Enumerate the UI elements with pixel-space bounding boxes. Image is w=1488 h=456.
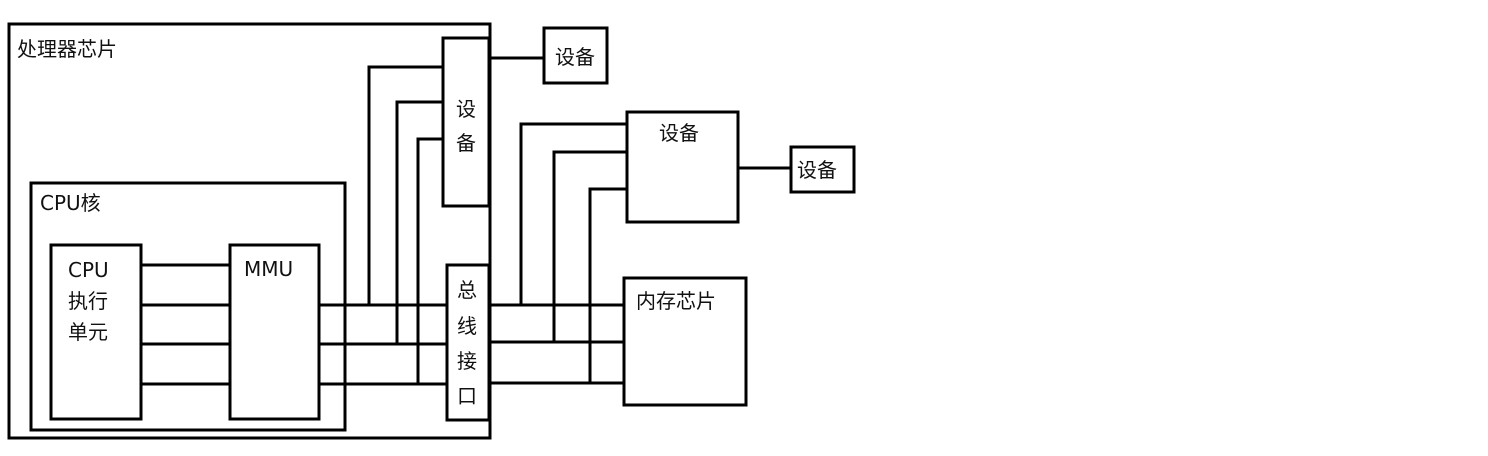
- device-right-label: 设备: [797, 158, 837, 182]
- onchip-device: 设 备: [441, 36, 491, 208]
- device-top-label: 设备: [555, 45, 595, 69]
- cpu-core-label: CPU核: [40, 191, 101, 215]
- onchip-device-line-2: 备: [456, 131, 476, 155]
- onchip-device-line-1: 设: [456, 97, 476, 121]
- cpu-exec-unit: CPU 执行 单元: [49, 243, 143, 421]
- cpu-exec-unit-line-3: 单元: [68, 320, 108, 344]
- architecture-diagram: 处理器芯片 CPU核 CPU 执行 单元 MMU 设 备 总 线 接 口 设备 …: [7, 22, 856, 440]
- device-mid-label: 设备: [659, 121, 699, 145]
- bus-interface-line-3: 接: [457, 349, 477, 373]
- bus-interface-line-2: 线: [457, 314, 477, 338]
- device-mid: 设备: [625, 110, 740, 224]
- device-top: 设备: [542, 26, 609, 85]
- processor-chip-label: 处理器芯片: [17, 37, 117, 61]
- bus-interface-line-4: 口: [457, 384, 477, 408]
- bus-interface-line-1: 总: [457, 278, 477, 302]
- device-right: 设备: [789, 145, 856, 194]
- memory-chip: 内存芯片: [622, 276, 748, 407]
- mmu-label: MMU: [244, 257, 293, 281]
- cpu-exec-unit-line-2: 执行: [68, 289, 108, 313]
- mmu: MMU: [228, 243, 321, 421]
- bus-interface: 总 线 接 口: [445, 263, 491, 422]
- memory-chip-label: 内存芯片: [636, 289, 716, 313]
- cpu-exec-unit-line-1: CPU: [68, 258, 109, 282]
